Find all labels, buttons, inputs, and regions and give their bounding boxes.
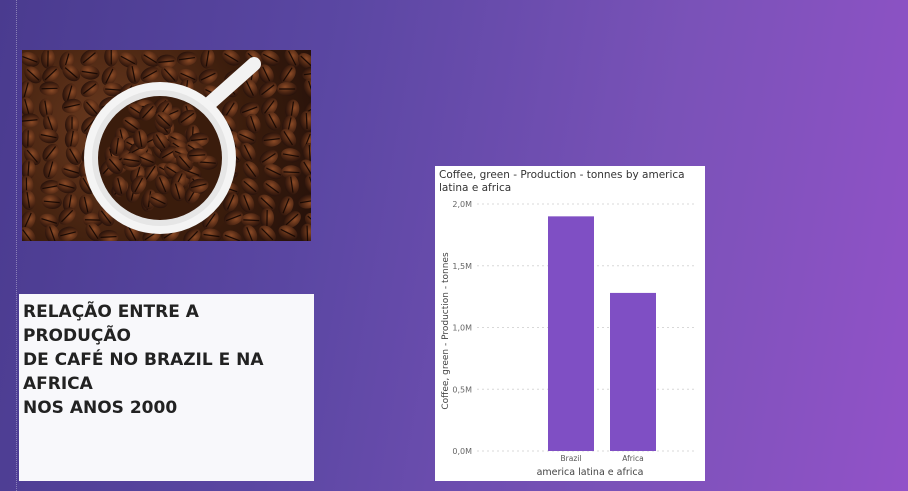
bar-chart-card[interactable]: Coffee, green - Production - tonnes by a… bbox=[435, 166, 705, 481]
bar-africa bbox=[610, 292, 656, 451]
y-tick-label: 2,0M bbox=[452, 200, 472, 209]
y-tick-label: 0,0M bbox=[452, 447, 472, 456]
x-tick-label: Africa bbox=[622, 454, 643, 463]
x-axis-label: america latina e africa bbox=[537, 467, 644, 478]
coffee-beans-cup-icon bbox=[22, 50, 311, 241]
y-tick-label: 1,0M bbox=[452, 324, 472, 333]
canvas-guide-line bbox=[16, 0, 17, 491]
title-text-card[interactable]: RELAÇÃO ENTRE A PRODUÇÃO DE CAFÉ NO BRAZ… bbox=[19, 294, 314, 481]
coffee-photo bbox=[22, 50, 311, 241]
y-axis-label: Coffee, green - Production - tonnes bbox=[441, 252, 451, 410]
x-tick-label: Brazil bbox=[561, 454, 582, 463]
bar-brazil bbox=[548, 216, 594, 451]
y-tick-label: 1,5M bbox=[452, 262, 472, 271]
y-tick-label: 0,5M bbox=[452, 385, 472, 394]
page-title: RELAÇÃO ENTRE A PRODUÇÃO DE CAFÉ NO BRAZ… bbox=[23, 302, 264, 418]
bar-chart: 0,0M 0,5M 1,0M 1,5M 2,0M Brazil Africa america … bbox=[441, 200, 697, 478]
